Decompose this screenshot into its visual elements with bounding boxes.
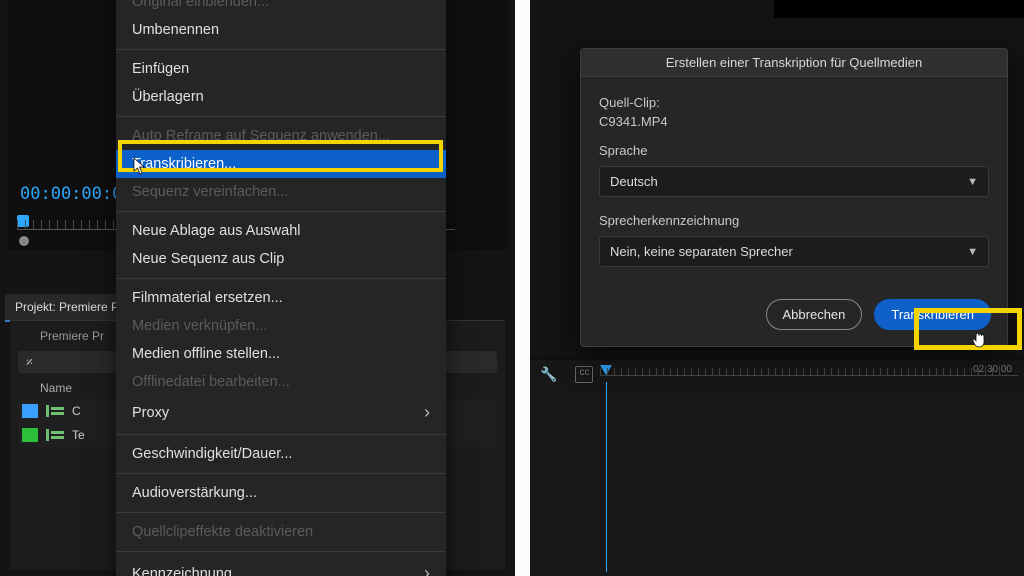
- menu-item-label: Neue Ablage aus Auswahl: [132, 223, 301, 239]
- menu-item[interactable]: Audioverstärkung...: [116, 479, 446, 507]
- menu-item: Sequenz vereinfachen...: [116, 178, 446, 206]
- chevron-down-icon: ▼: [967, 246, 978, 258]
- menu-separator: [116, 434, 446, 435]
- playhead-icon[interactable]: [17, 215, 29, 227]
- menu-item-label: Medien verknüpfen...: [132, 318, 267, 334]
- menu-separator: [116, 278, 446, 279]
- menu-item-label: Auto Reframe auf Sequenz anwenden...: [132, 128, 390, 144]
- menu-item-label: Quellclipeffekte deaktivieren: [132, 524, 313, 540]
- menu-item: Medien verknüpfen...: [116, 312, 446, 340]
- menu-separator: [116, 211, 446, 212]
- menu-separator: [116, 116, 446, 117]
- dialog-title: Erstellen einer Transkription für Quellm…: [581, 49, 1007, 77]
- zoom-knob-icon[interactable]: [19, 236, 29, 246]
- menu-item[interactable]: Geschwindigkeit/Dauer...: [116, 440, 446, 468]
- menu-item-label: Audioverstärkung...: [132, 485, 257, 501]
- menu-item-label: Transkribieren...: [132, 156, 236, 172]
- transcribe-button[interactable]: Transkribieren: [874, 299, 991, 330]
- label-color-swatch: [22, 404, 38, 418]
- language-select[interactable]: Deutsch ▼: [599, 166, 989, 197]
- menu-item[interactable]: Proxy ›: [116, 396, 446, 429]
- menu-item-label: Proxy: [132, 405, 169, 421]
- menu-separator: [116, 49, 446, 50]
- menu-item-label: Geschwindigkeit/Dauer...: [132, 446, 292, 462]
- project-item-label: C: [72, 404, 81, 418]
- menu-item-label: Umbenennen: [132, 22, 219, 38]
- menu-item-label: Einfügen: [132, 61, 189, 77]
- menu-item: Offlinedatei bearbeiten...: [116, 368, 446, 396]
- menu-item[interactable]: Überlagern: [116, 83, 446, 111]
- label-color-swatch: [22, 428, 38, 442]
- menu-item-label: Medien offline stellen...: [132, 346, 280, 362]
- language-value: Deutsch: [610, 174, 658, 189]
- menu-item[interactable]: Neue Sequenz aus Clip: [116, 245, 446, 273]
- menu-item[interactable]: Filmmaterial ersetzen...: [116, 284, 446, 312]
- menu-item[interactable]: Transkribieren...: [116, 150, 446, 178]
- context-menu: Original einblenden... Umbenennen Einfügen…: [116, 0, 446, 576]
- menu-item[interactable]: Kennzeichnung ›: [116, 557, 446, 576]
- speaker-label: Sprecherkennzeichnung: [599, 213, 989, 228]
- menu-item-label: Sequenz vereinfachen...: [132, 184, 288, 200]
- clip-type-icon: [46, 404, 64, 418]
- speaker-select[interactable]: Nein, keine separaten Sprecher ▼: [599, 236, 989, 267]
- menu-item-label: Offlinedatei bearbeiten...: [132, 374, 290, 390]
- timeline-ruler[interactable]: 02:30:00: [600, 368, 1018, 382]
- wrench-icon[interactable]: 🔧: [540, 366, 557, 383]
- source-clip-value: C9341.MP4: [599, 114, 989, 129]
- menu-item: Original einblenden...: [116, 0, 446, 16]
- language-label: Sprache: [599, 143, 989, 158]
- menu-item-label: Überlagern: [132, 89, 204, 105]
- menu-item: Auto Reframe auf Sequenz anwenden...: [116, 122, 446, 150]
- menu-item[interactable]: Neue Ablage aus Auswahl: [116, 217, 446, 245]
- chevron-right-icon: ›: [424, 563, 430, 576]
- timeline-playhead-icon[interactable]: [600, 365, 612, 375]
- cancel-button[interactable]: Abbrechen: [766, 299, 863, 330]
- playhead-line: [606, 382, 607, 572]
- menu-item[interactable]: Einfügen: [116, 55, 446, 83]
- chevron-down-icon: ▼: [967, 176, 978, 188]
- menu-separator: [116, 473, 446, 474]
- transcription-dialog: Erstellen einer Transkription für Quellm…: [580, 48, 1008, 347]
- clip-type-icon: [46, 428, 64, 442]
- menu-separator: [116, 512, 446, 513]
- timeline-panel: 🔧 cc 02:30:00: [530, 360, 1024, 576]
- project-panel-tab[interactable]: Projekt: Premiere P: [5, 294, 129, 322]
- captions-icon[interactable]: cc: [575, 366, 593, 383]
- menu-item: Quellclipeffekte deaktivieren: [116, 518, 446, 546]
- menu-item-label: Filmmaterial ersetzen...: [132, 290, 283, 306]
- project-item-label: Te: [72, 428, 85, 442]
- menu-item[interactable]: Umbenennen: [116, 16, 446, 44]
- speaker-value: Nein, keine separaten Sprecher: [610, 244, 793, 259]
- menu-item[interactable]: Medien offline stellen...: [116, 340, 446, 368]
- menu-separator: [116, 551, 446, 552]
- menu-item-label: Kennzeichnung: [132, 566, 232, 576]
- menu-item-label: Original einblenden...: [132, 0, 269, 10]
- chevron-right-icon: ›: [424, 402, 430, 423]
- menu-item-label: Neue Sequenz aus Clip: [132, 251, 284, 267]
- source-clip-label: Quell-Clip:: [599, 95, 989, 110]
